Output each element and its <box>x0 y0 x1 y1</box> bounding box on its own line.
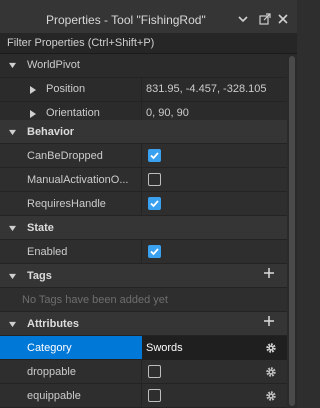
equippable-label: equippable <box>27 390 81 402</box>
position-label: Position <box>46 83 86 95</box>
chevron-down-icon[interactable] <box>9 225 16 232</box>
requireshandle-label: RequiresHandle <box>27 198 106 210</box>
manualactivation-checkbox[interactable] <box>148 173 161 186</box>
chevron-down-icon[interactable] <box>9 321 16 328</box>
gear-icon[interactable] <box>265 366 277 378</box>
worldpivot-row[interactable]: WorldPivot <box>0 54 287 78</box>
filter-properties-input[interactable]: Filter Properties (Ctrl+Shift+P) <box>0 33 297 54</box>
droppable-checkbox[interactable] <box>148 365 161 378</box>
droppable-attribute-row[interactable]: droppable <box>0 360 287 384</box>
filter-placeholder: Filter Properties (Ctrl+Shift+P) <box>7 37 155 49</box>
category-value[interactable]: Swords <box>146 342 183 354</box>
close-icon[interactable] <box>277 13 289 25</box>
behavior-label: Behavior <box>27 126 75 138</box>
worldpivot-label: WorldPivot <box>27 59 80 71</box>
checkmark-icon <box>150 200 159 208</box>
canbedropped-label: CanBeDropped <box>27 150 103 162</box>
chevron-down-icon[interactable] <box>9 129 16 136</box>
add-attribute-plus-icon[interactable] <box>264 316 274 326</box>
position-row[interactable]: Position 831.95, -4.457, -328.105 <box>0 78 287 102</box>
canbedropped-checkbox[interactable] <box>148 149 161 162</box>
behavior-section-header[interactable]: Behavior <box>0 120 287 144</box>
attributes-section-header[interactable]: Attributes <box>0 312 287 336</box>
checkmark-icon <box>150 248 159 256</box>
expand-arrow-icon[interactable] <box>30 110 36 118</box>
requireshandle-checkbox[interactable] <box>148 197 161 210</box>
enabled-label: Enabled <box>27 246 68 258</box>
gear-icon[interactable] <box>265 390 277 402</box>
state-section-header[interactable]: State <box>0 216 287 240</box>
requireshandle-row[interactable]: RequiresHandle <box>0 192 287 216</box>
state-label: State <box>27 222 54 234</box>
equippable-checkbox[interactable] <box>148 389 161 402</box>
expand-arrow-icon[interactable] <box>30 86 36 94</box>
category-attribute-row[interactable]: Category Swords <box>0 336 287 360</box>
gear-icon[interactable] <box>265 342 277 354</box>
window-title: Properties - Tool "FishingRod" <box>46 13 206 27</box>
manualactivation-label: ManualActivationO... <box>27 174 129 186</box>
add-tag-plus-icon[interactable] <box>264 268 274 278</box>
tags-section-header[interactable]: Tags <box>0 264 287 288</box>
orientation-value[interactable]: 0, 90, 90 <box>146 107 189 119</box>
enabled-checkbox[interactable] <box>148 245 161 258</box>
canbedropped-row[interactable]: CanBeDropped <box>0 144 287 168</box>
category-label: Category <box>27 342 72 354</box>
enabled-row[interactable]: Enabled <box>0 240 287 264</box>
tags-label: Tags <box>27 270 52 282</box>
attributes-label: Attributes <box>27 318 79 330</box>
chevron-down-icon[interactable] <box>9 62 16 69</box>
chevron-down-icon[interactable] <box>237 13 249 25</box>
scrollbar-thumb[interactable] <box>289 56 295 406</box>
title-bar: Properties - Tool "FishingRod" <box>0 0 297 33</box>
tags-empty-row: No Tags have been added yet <box>0 288 287 312</box>
manualactivation-row[interactable]: ManualActivationO... <box>0 168 287 192</box>
checkmark-icon <box>150 152 159 160</box>
tags-empty-message: No Tags have been added yet <box>22 294 168 306</box>
droppable-label: droppable <box>27 366 76 378</box>
equippable-attribute-row[interactable]: equippable <box>0 384 287 408</box>
position-value[interactable]: 831.95, -4.457, -328.105 <box>146 83 266 95</box>
orientation-label: Orientation <box>46 107 100 119</box>
undock-icon[interactable] <box>259 13 271 25</box>
chevron-down-icon[interactable] <box>9 273 16 280</box>
